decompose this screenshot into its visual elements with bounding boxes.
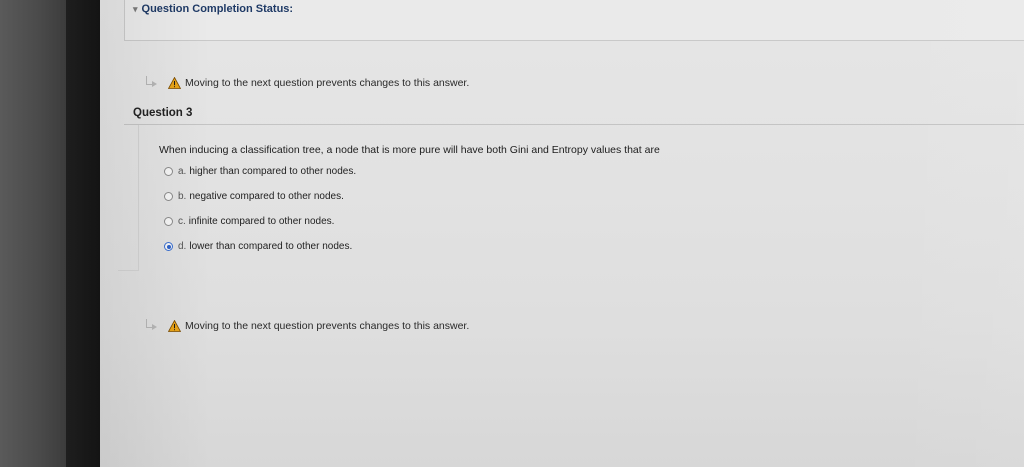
option-letter: c. bbox=[178, 216, 186, 227]
completion-status-toggle[interactable]: ▾ Question Completion Status: bbox=[133, 3, 293, 15]
completion-status-panel: ▾ Question Completion Status: bbox=[124, 0, 1024, 41]
radio-c[interactable] bbox=[164, 217, 173, 226]
question-box-edge bbox=[118, 125, 139, 271]
screen: ▾ Question Completion Status: Moving to t… bbox=[100, 0, 1024, 467]
question-label: Question 3 bbox=[133, 107, 193, 119]
option-letter: a. bbox=[178, 166, 187, 177]
option-text: higher than compared to other nodes. bbox=[189, 166, 357, 177]
return-arrow-icon bbox=[144, 319, 158, 333]
option-text: infinite compared to other nodes. bbox=[188, 216, 335, 227]
warning-text-bottom: Moving to the next question prevents cha… bbox=[185, 320, 470, 332]
answer-option-b[interactable]: b. negative compared to other nodes. bbox=[164, 191, 344, 202]
warning-message-top: Moving to the next question prevents cha… bbox=[144, 76, 469, 90]
option-letter: b. bbox=[178, 191, 187, 202]
warning-icon bbox=[168, 320, 181, 332]
question-prompt: When inducing a classification tree, a n… bbox=[159, 144, 660, 156]
chevron-down-icon: ▾ bbox=[133, 4, 138, 14]
answer-option-d[interactable]: d. lower than compared to other nodes. bbox=[164, 241, 352, 252]
option-letter: d. bbox=[178, 241, 187, 252]
return-arrow-icon bbox=[144, 76, 158, 90]
answer-option-a[interactable]: a. higher than compared to other nodes. bbox=[164, 166, 356, 177]
option-text: negative compared to other nodes. bbox=[189, 191, 344, 202]
warning-text-top: Moving to the next question prevents cha… bbox=[185, 77, 470, 89]
monitor-bezel-outer bbox=[0, 0, 66, 467]
warning-icon bbox=[168, 77, 181, 89]
warning-message-bottom: Moving to the next question prevents cha… bbox=[144, 319, 469, 333]
completion-status-title: Question Completion Status: bbox=[141, 3, 294, 15]
question-divider bbox=[124, 124, 1024, 125]
answer-option-c[interactable]: c. infinite compared to other nodes. bbox=[164, 216, 334, 227]
option-text: lower than compared to other nodes. bbox=[189, 241, 353, 252]
radio-b[interactable] bbox=[164, 192, 173, 201]
radio-d-selected[interactable] bbox=[164, 242, 173, 251]
radio-a[interactable] bbox=[164, 167, 173, 176]
monitor-bezel-inner bbox=[66, 0, 100, 467]
